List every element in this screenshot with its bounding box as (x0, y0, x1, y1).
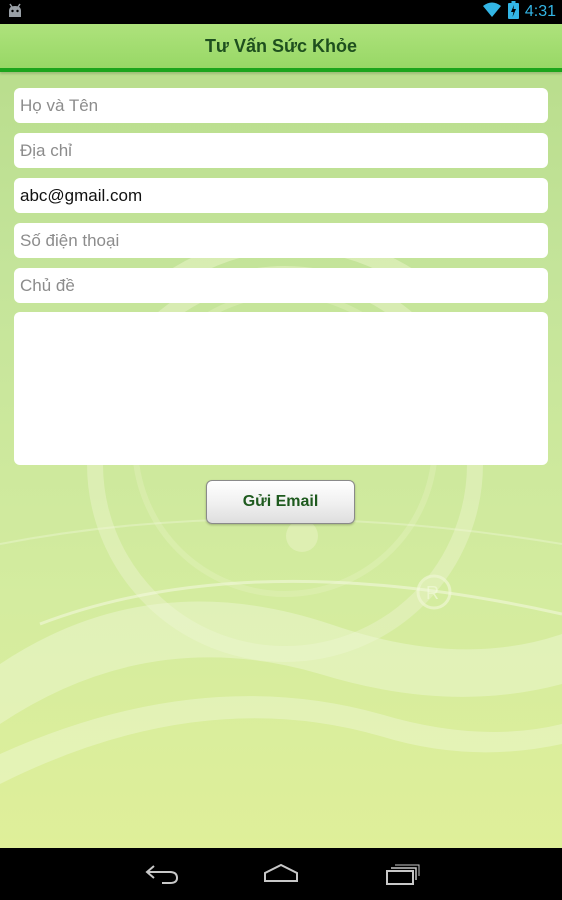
android-notification-icon (6, 3, 24, 24)
page-title: Tư Vấn Sức Khỏe (204, 35, 358, 56)
address-field[interactable] (14, 133, 548, 168)
status-bar: 4:31 (0, 0, 562, 24)
svg-text:R: R (426, 583, 439, 603)
back-icon[interactable] (142, 862, 182, 886)
battery-charging-icon (507, 0, 519, 24)
subject-field[interactable] (14, 268, 548, 303)
message-textarea[interactable] (14, 312, 548, 465)
action-bar: Tư Vấn Sức Khỏe (0, 24, 562, 72)
navigation-bar (0, 848, 562, 900)
email-field[interactable] (14, 178, 548, 213)
status-clock: 4:31 (524, 3, 556, 20)
recent-apps-icon[interactable] (381, 862, 421, 886)
send-email-button[interactable]: Gửi Email (206, 480, 355, 524)
phone-field[interactable] (14, 223, 548, 258)
app-content: R Tư Vấn Sức Khỏe Gửi Email (0, 24, 562, 848)
home-icon[interactable] (261, 862, 301, 886)
wifi-icon (482, 2, 502, 23)
name-field[interactable] (14, 88, 548, 123)
